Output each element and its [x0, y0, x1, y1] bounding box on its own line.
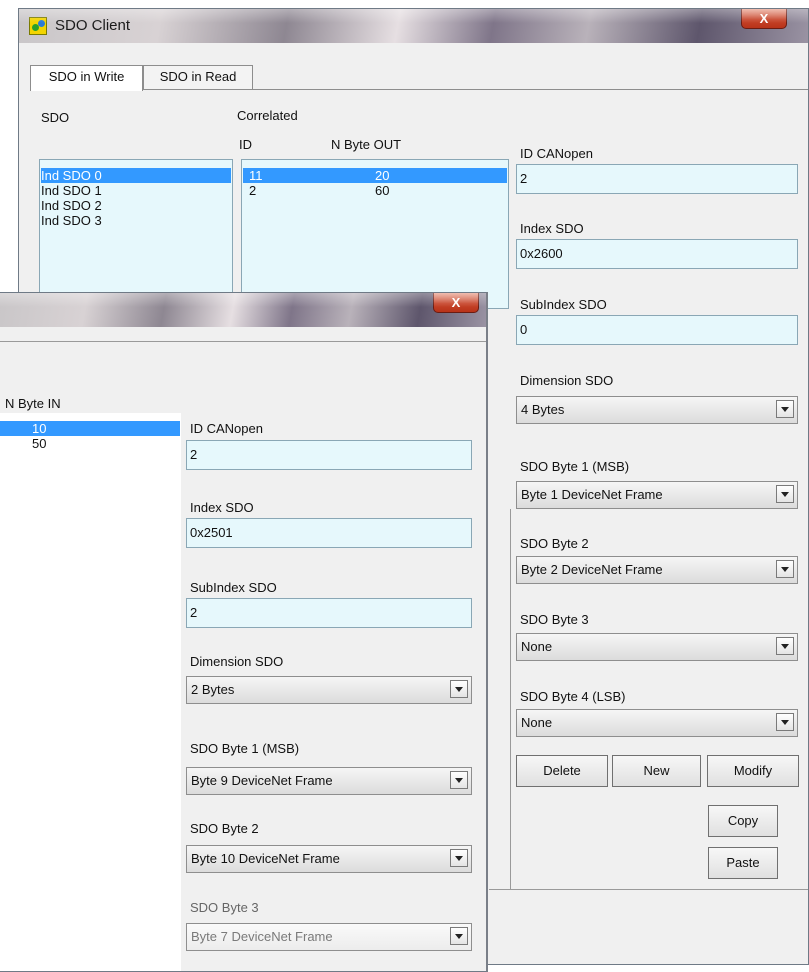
- sdo-client-window-read: X N Byte IN 10 50 ID CANopen 2 Index SDO…: [0, 292, 488, 972]
- correlated-header: Correlated: [237, 108, 298, 123]
- table-row[interactable]: 50: [0, 436, 180, 451]
- dimension-sdo-select[interactable]: 2 Bytes: [186, 676, 472, 704]
- row-id: 11: [249, 168, 263, 183]
- close-button[interactable]: X: [433, 293, 479, 313]
- index-sdo-field[interactable]: 0x2600: [516, 239, 798, 269]
- sdo-byte-1-label: SDO Byte 1 (MSB): [190, 741, 300, 756]
- subindex-sdo-label: SubIndex SDO: [190, 580, 277, 595]
- sdo-byte-4-label: SDO Byte 4 (LSB): [520, 689, 626, 704]
- n-byte-out-header: N Byte OUT: [331, 137, 402, 152]
- title-bar[interactable]: X: [0, 293, 486, 327]
- chevron-down-icon[interactable]: [450, 849, 468, 867]
- sdo-byte-3-label: SDO Byte 3: [190, 900, 259, 915]
- modify-button[interactable]: Modify: [707, 755, 799, 787]
- id-column-header: ID: [239, 137, 252, 152]
- tab-strip-border: [143, 89, 808, 90]
- subindex-sdo-field[interactable]: 0: [516, 315, 798, 345]
- row-n-byte: 10: [32, 421, 47, 436]
- id-canopen-field[interactable]: 2: [516, 164, 798, 194]
- n-byte-in-header: N Byte IN: [5, 396, 61, 411]
- new-button[interactable]: New: [612, 755, 701, 787]
- sdo-byte-1-value: Byte 1 DeviceNet Frame: [521, 487, 663, 502]
- chevron-down-icon[interactable]: [776, 400, 794, 418]
- tab-strip-border: [0, 341, 486, 342]
- sdo-list[interactable]: Ind SDO 0 Ind SDO 1 Ind SDO 2 Ind SDO 3: [39, 159, 233, 309]
- sdo-byte-4-select[interactable]: None: [516, 709, 798, 737]
- sdo-byte-2-select[interactable]: Byte 2 DeviceNet Frame: [516, 556, 798, 584]
- table-row[interactable]: 2 60: [243, 183, 507, 198]
- sdo-byte-1-select[interactable]: Byte 1 DeviceNet Frame: [516, 481, 798, 509]
- copy-button[interactable]: Copy: [708, 805, 778, 837]
- sdo-byte-2-select[interactable]: Byte 10 DeviceNet Frame: [186, 845, 472, 873]
- sdo-byte-2-label: SDO Byte 2: [190, 821, 259, 836]
- sdo-byte-1-value: Byte 9 DeviceNet Frame: [191, 773, 333, 788]
- list-item[interactable]: Ind SDO 3: [41, 213, 231, 228]
- delete-button[interactable]: Delete: [516, 755, 608, 787]
- list-item[interactable]: Ind SDO 0: [41, 168, 231, 183]
- sdo-byte-1-select[interactable]: Byte 9 DeviceNet Frame: [186, 767, 472, 795]
- row-n-byte: 60: [375, 183, 390, 198]
- tab-sdo-in-read[interactable]: SDO in Read: [143, 65, 253, 89]
- close-button[interactable]: X: [741, 9, 787, 29]
- dimension-sdo-select[interactable]: 4 Bytes: [516, 396, 798, 424]
- window-title: SDO Client: [55, 17, 131, 34]
- id-canopen-label: ID CANopen: [520, 146, 593, 161]
- sdo-byte-2-value: Byte 2 DeviceNet Frame: [521, 562, 663, 577]
- list-item[interactable]: Ind SDO 2: [41, 198, 231, 213]
- correlated-list[interactable]: 11 20 2 60: [241, 159, 509, 309]
- index-sdo-field[interactable]: 0x2501: [186, 518, 472, 548]
- chevron-down-icon[interactable]: [450, 927, 468, 945]
- dimension-sdo-label: Dimension SDO: [190, 654, 284, 669]
- panel-divider: [510, 509, 511, 889]
- dimension-sdo-value: 4 Bytes: [521, 402, 565, 417]
- title-bar[interactable]: SDO Client X: [19, 9, 808, 43]
- sdo-byte-2-label: SDO Byte 2: [520, 536, 589, 551]
- correlated-list[interactable]: 10 50: [0, 413, 181, 971]
- sdo-byte-4-value: None: [521, 715, 553, 730]
- chevron-down-icon[interactable]: [776, 560, 794, 578]
- table-row[interactable]: 10: [0, 421, 180, 436]
- chevron-down-icon[interactable]: [450, 771, 468, 789]
- sdo-byte-3-label: SDO Byte 3: [520, 612, 589, 627]
- row-n-byte: 50: [32, 436, 47, 451]
- subindex-sdo-field[interactable]: 2: [186, 598, 472, 628]
- row-id: 2: [249, 183, 257, 198]
- sdo-byte-3-select[interactable]: None: [516, 633, 798, 661]
- index-sdo-label: Index SDO: [190, 500, 254, 515]
- dimension-sdo-value: 2 Bytes: [191, 682, 235, 697]
- subindex-sdo-label: SubIndex SDO: [520, 297, 607, 312]
- sdo-byte-1-label: SDO Byte 1 (MSB): [520, 459, 630, 474]
- sdo-byte-3-select[interactable]: Byte 7 DeviceNet Frame: [186, 923, 472, 951]
- chevron-down-icon[interactable]: [776, 637, 794, 655]
- sdo-header: SDO: [41, 110, 70, 125]
- chevron-down-icon[interactable]: [776, 713, 794, 731]
- dimension-sdo-label: Dimension SDO: [520, 373, 614, 388]
- sdo-byte-2-value: Byte 10 DeviceNet Frame: [191, 851, 340, 866]
- chevron-down-icon[interactable]: [450, 680, 468, 698]
- sdo-byte-3-value: Byte 7 DeviceNet Frame: [191, 929, 333, 944]
- sdo-byte-3-value: None: [521, 639, 553, 654]
- table-row[interactable]: 11 20: [243, 168, 507, 183]
- paste-button[interactable]: Paste: [708, 847, 778, 879]
- row-n-byte: 20: [375, 168, 390, 183]
- tab-sdo-in-write[interactable]: SDO in Write: [30, 65, 143, 91]
- id-canopen-label: ID CANopen: [190, 421, 263, 436]
- list-item[interactable]: Ind SDO 1: [41, 183, 231, 198]
- id-canopen-field[interactable]: 2: [186, 440, 472, 470]
- index-sdo-label: Index SDO: [520, 221, 584, 236]
- app-icon: [29, 17, 47, 35]
- panel-bottom-border: [489, 889, 808, 890]
- chevron-down-icon[interactable]: [776, 485, 794, 503]
